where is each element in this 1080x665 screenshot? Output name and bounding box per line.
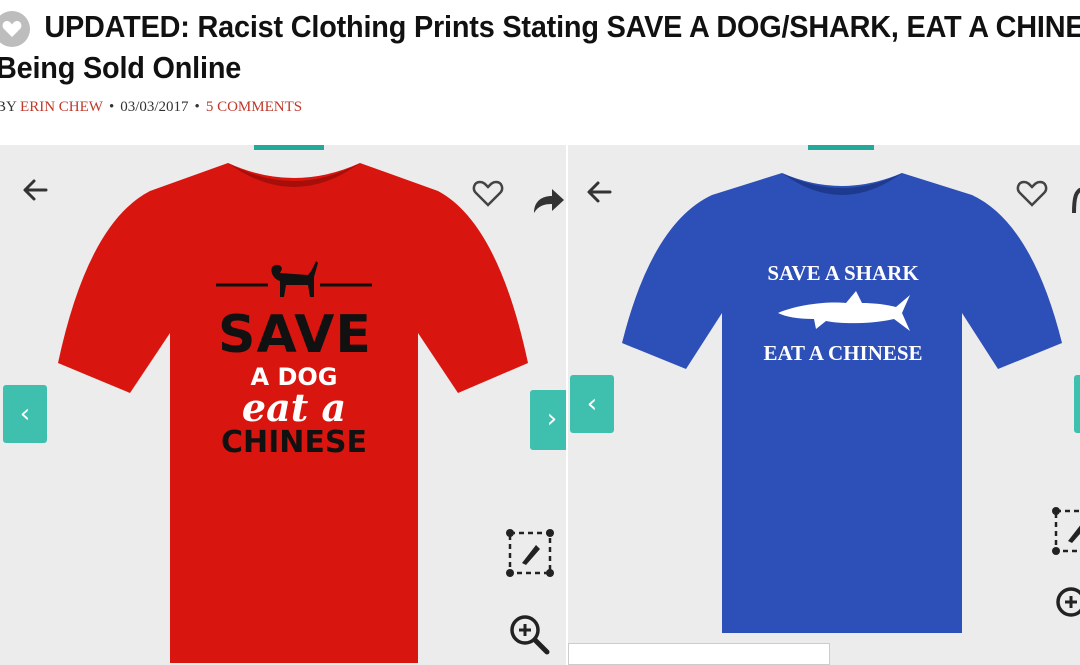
print-line-save-shark: SAVE A SHARK (767, 261, 919, 285)
arrow-left-icon[interactable] (20, 175, 50, 205)
article-header: UPDATED: Racist Clothing Prints Stating … (0, 0, 1080, 140)
print-line-save: SAVE (218, 305, 372, 365)
comments-link[interactable]: 5 COMMENTS (206, 99, 302, 115)
share-icon[interactable] (1070, 185, 1080, 215)
article-title-line2: Being Sold Online (0, 50, 242, 85)
design-tool-icon[interactable] (504, 527, 556, 579)
product-image-panel-shark: ‹ SAVE A SHARK EAT A CHINESE (568, 145, 1080, 665)
article-title-line1: UPDATED: Racist Clothing Prints Stating … (44, 9, 1080, 44)
article-meta: BY ERIN CHEW • 03/03/2017 • 5 COMMENTS (0, 99, 302, 116)
print-line-eata: eat a (241, 385, 347, 430)
arrow-left-icon[interactable] (584, 177, 614, 207)
prev-image-button[interactable]: ‹ (570, 375, 614, 433)
image-tab-indicator (808, 145, 874, 150)
prev-image-button[interactable]: ‹ (3, 385, 47, 443)
blue-tshirt (622, 173, 1062, 633)
share-icon[interactable] (530, 185, 566, 215)
print-line-chinese: CHINESE (221, 425, 367, 460)
zoom-in-icon[interactable] (508, 613, 550, 655)
byline-prefix: BY (0, 99, 17, 115)
zoom-in-icon[interactable] (1054, 585, 1080, 619)
next-image-button[interactable] (1074, 375, 1080, 433)
shark-silhouette-icon (778, 291, 910, 331)
image-tab-indicator (254, 145, 324, 150)
design-tool-icon[interactable] (1050, 505, 1080, 557)
print-line-eat-chinese: EAT A CHINESE (763, 341, 923, 365)
publish-date: 03/03/2017 (120, 99, 189, 115)
dog-silhouette-icon (216, 261, 372, 297)
product-image-panel-dog: ‹ › SAVE A DOG eat a CHINESE (0, 145, 566, 665)
next-image-button[interactable]: › (530, 390, 566, 450)
author-link[interactable]: ERIN CHEW (20, 99, 103, 115)
thumbnail-strip[interactable] (568, 643, 830, 665)
article-title: UPDATED: Racist Clothing Prints Stating … (0, 6, 1080, 88)
